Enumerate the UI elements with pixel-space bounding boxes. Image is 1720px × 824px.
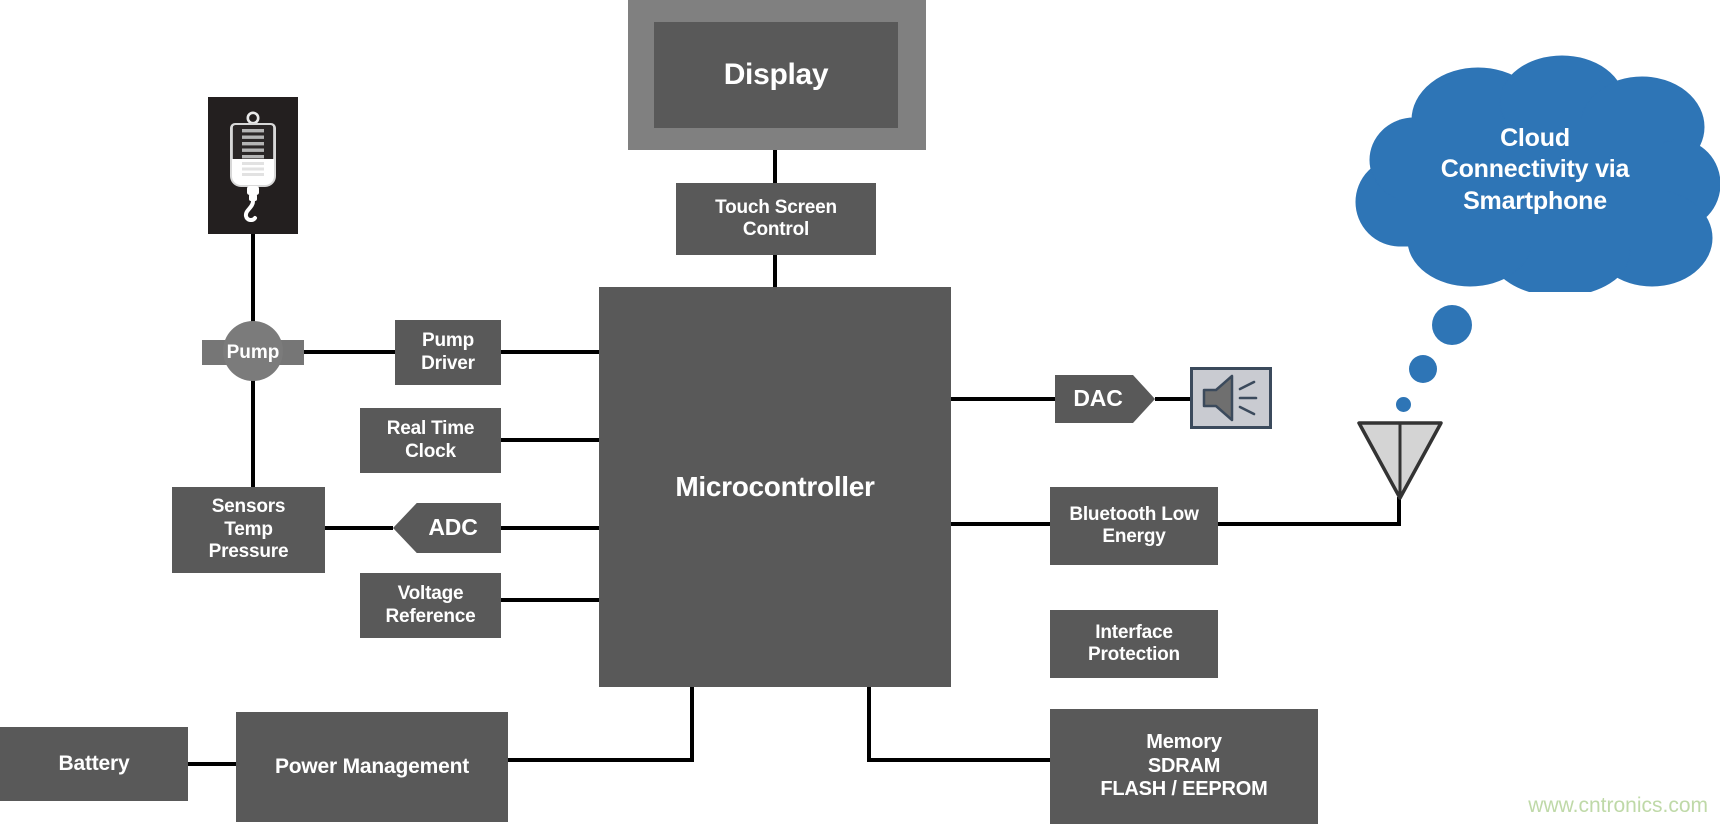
interface-protection-block[interactable]: Interface Protection <box>1050 610 1218 678</box>
pump-driver-line2: Driver <box>421 352 475 374</box>
sensors-block[interactable]: Sensors Temp Pressure <box>172 487 325 573</box>
pump-driver-line1: Pump <box>422 330 474 352</box>
sensors-line1: Sensors <box>211 496 286 518</box>
interface-protection-line1: Interface <box>1095 621 1173 643</box>
block-diagram-canvas: Display Touch Screen Control Microcontro… <box>0 0 1720 824</box>
voltage-reference-line2: Reference <box>385 605 476 627</box>
adc-label: ADC <box>428 514 478 541</box>
memory-block[interactable]: Memory SDRAM FLASH / EEPROM <box>1050 709 1318 824</box>
speaker-icon <box>1190 367 1272 429</box>
bluetooth-low-energy-block[interactable]: Bluetooth Low Energy <box>1050 487 1218 565</box>
microcontroller-label: Microcontroller <box>675 471 875 503</box>
pump-label: Pump <box>226 341 280 363</box>
cloud-line1: Cloud <box>1500 123 1570 152</box>
touch-screen-control-block[interactable]: Touch Screen Control <box>676 183 876 255</box>
power-management-label: Power Management <box>274 754 469 778</box>
voltage-reference-line1: Voltage <box>397 583 464 605</box>
interface-protection-line2: Protection <box>1088 644 1180 665</box>
adc-block[interactable]: ADC <box>393 503 501 553</box>
memory-line3: FLASH / EEPROM <box>1100 778 1268 801</box>
dac-block[interactable]: DAC <box>1055 375 1155 423</box>
battery-label: Battery <box>58 751 130 775</box>
real-time-clock-line2: Clock <box>405 440 456 462</box>
sensors-line2: Temp <box>224 518 273 540</box>
microcontroller-block[interactable]: Microcontroller <box>599 287 951 687</box>
memory-line1: Memory <box>1146 731 1222 754</box>
cloud-label: Cloud Connectivity via Smartphone <box>1380 80 1690 260</box>
touch-screen-control-line2: Control <box>742 219 810 240</box>
ble-line1: Bluetooth Low <box>1069 503 1199 525</box>
cloud-line3: Smartphone <box>1463 186 1607 215</box>
memory-line2: SDRAM <box>1147 754 1221 777</box>
iv-drip-bag-icon <box>208 97 298 234</box>
ble-line2: Energy <box>1102 526 1166 547</box>
pump-driver-block[interactable]: Pump Driver <box>395 320 501 385</box>
signal-bubble-small <box>1396 397 1411 412</box>
cloud-line2: Connectivity via <box>1440 155 1630 184</box>
watermark-text: www.cntronics.com <box>1528 794 1708 817</box>
power-management-block[interactable]: Power Management <box>236 712 508 822</box>
antenna-icon <box>1356 420 1444 502</box>
touch-screen-control-line1: Touch Screen <box>715 196 837 218</box>
display-block[interactable]: Display <box>654 22 898 128</box>
real-time-clock-block[interactable]: Real Time Clock <box>360 408 501 473</box>
voltage-reference-block[interactable]: Voltage Reference <box>360 573 501 638</box>
signal-bubble-large <box>1432 305 1472 345</box>
sensors-line3: Pressure <box>208 541 289 563</box>
battery-block[interactable]: Battery <box>0 727 188 801</box>
wire-power-mcu <box>508 687 694 762</box>
wire-memory-mcu <box>867 687 1050 762</box>
signal-bubble-medium <box>1409 355 1437 383</box>
real-time-clock-line1: Real Time <box>386 418 475 440</box>
dac-label: DAC <box>1073 385 1123 412</box>
